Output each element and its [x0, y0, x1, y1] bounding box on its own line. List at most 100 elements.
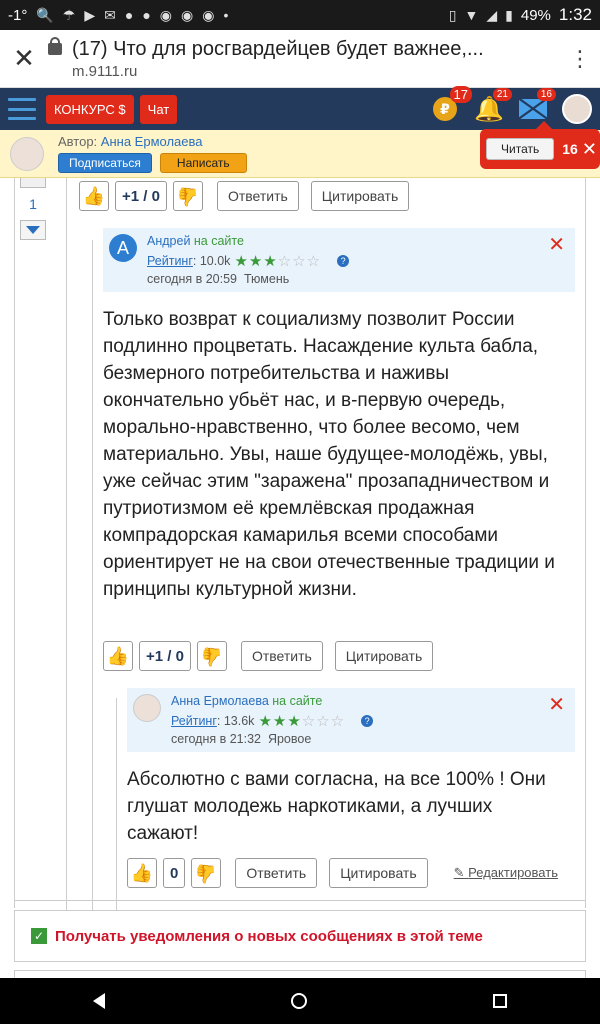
- quote-button[interactable]: Цитировать: [329, 858, 428, 888]
- comment-header: Анна Ермолаева на сайте Рейтинг : 13.6k …: [127, 688, 575, 752]
- chat-icon: ●: [142, 7, 151, 23]
- comments-area: 1 👍 +1 / 0 👍 Ответить Цитировать А Андре…: [0, 178, 600, 978]
- vote-up-button[interactable]: [20, 178, 46, 188]
- vote-down-button[interactable]: [20, 220, 46, 240]
- user-avatar[interactable]: [562, 94, 592, 124]
- like-button[interactable]: 👍: [79, 181, 109, 211]
- menu-icon[interactable]: [8, 98, 36, 120]
- avatar[interactable]: [133, 694, 161, 722]
- online-status: на сайте: [272, 694, 323, 708]
- close-icon[interactable]: ✕: [548, 692, 565, 717]
- comment-actions: 👍 0 👍 Ответить Цитировать ✎ Редактироват…: [127, 858, 558, 888]
- score: +1 / 0: [139, 641, 191, 671]
- notifications-button[interactable]: 🔔 21: [474, 88, 512, 124]
- comment-text: Абсолютно с вами согласна, на все 100% !…: [127, 769, 546, 844]
- comment-header: А Андрей на сайте Рейтинг : 10.0k ★★★☆☆☆…: [103, 228, 575, 292]
- online-status: на сайте: [193, 234, 244, 248]
- chat-button[interactable]: Чат: [139, 94, 178, 124]
- notify-text: Получать уведомления о новых сообщениях …: [55, 927, 483, 945]
- quote-button[interactable]: Цитировать: [334, 641, 434, 671]
- read-popup: Читать 16 ✕: [480, 121, 600, 169]
- score: +1 / 0: [115, 181, 167, 211]
- quote-button[interactable]: Цитировать: [310, 181, 410, 211]
- clock: 1:32: [558, 5, 592, 24]
- rating-link[interactable]: Рейтинг: [171, 714, 217, 728]
- rating-value: : 10.0k: [192, 254, 231, 268]
- coins-button[interactable]: ₽ 17: [430, 86, 472, 124]
- page-title: (17) Что для росгвардейцев будет важнее,…: [72, 37, 484, 60]
- search-icon: 🔍: [36, 6, 54, 23]
- rating-link[interactable]: Рейтинг: [147, 254, 193, 268]
- youtube-icon: ▶: [84, 6, 96, 23]
- notify-subscription[interactable]: ✓ Получать уведомления о новых сообщения…: [14, 910, 586, 962]
- chrome-icon-3: ◉: [202, 6, 215, 23]
- comment-author[interactable]: Анна Ермолаева: [171, 694, 269, 708]
- page-url: m.9111.ru: [72, 62, 138, 80]
- temperature-text: -1°: [8, 6, 28, 24]
- browser-toolbar: ✕ (17) Что для росгвардейцев будет важне…: [0, 30, 600, 88]
- score: 0: [163, 858, 186, 888]
- edit-label: Редактировать: [468, 865, 558, 880]
- read-button[interactable]: Читать: [486, 138, 555, 160]
- like-button[interactable]: 👍: [103, 641, 133, 671]
- notifications-badge: 21: [492, 88, 512, 101]
- thread-line-nested: [92, 240, 93, 910]
- battery-percent: 49%: [520, 6, 551, 24]
- comment-date: сегодня в 21:32: [171, 732, 261, 746]
- contest-button[interactable]: КОНКУРС $: [46, 94, 134, 124]
- write-button[interactable]: Написать: [159, 153, 247, 173]
- messages-button[interactable]: 16: [518, 88, 556, 124]
- dislike-button[interactable]: 👍: [191, 858, 222, 888]
- dislike-button[interactable]: 👍: [172, 181, 203, 211]
- thread-border-right: [585, 178, 586, 908]
- recent-apps-icon[interactable]: [493, 994, 507, 1008]
- more-menu-icon[interactable]: ⋮: [560, 46, 600, 72]
- author-line: Автор: Анна Ермолаева: [58, 134, 247, 149]
- comment-actions: 👍 +1 / 0 👍 Ответить Цитировать: [103, 641, 434, 671]
- reply-button[interactable]: Ответить: [235, 858, 318, 888]
- back-icon[interactable]: [93, 993, 105, 1009]
- author-prefix: Автор:: [58, 134, 98, 149]
- close-tab-icon[interactable]: ✕: [0, 43, 48, 74]
- comment-text: Только возврат к социализму позволит Рос…: [103, 309, 555, 600]
- thread-bottom-border: [14, 900, 586, 901]
- dislike-button[interactable]: 👍: [196, 641, 227, 671]
- edit-link[interactable]: ✎ Редактировать: [454, 865, 558, 881]
- close-icon[interactable]: ✕: [548, 232, 565, 257]
- subscribe-button[interactable]: Подписаться: [58, 153, 152, 173]
- author-avatar[interactable]: [10, 136, 44, 171]
- wifi-icon: ▼: [464, 7, 479, 23]
- reply-button[interactable]: Ответить: [240, 641, 323, 671]
- chrome-icon: ◉: [159, 6, 173, 23]
- reply-button[interactable]: Ответить: [216, 181, 299, 211]
- comment-author[interactable]: Андрей: [147, 234, 190, 248]
- like-button[interactable]: 👍: [127, 858, 157, 888]
- close-popup-icon[interactable]: ✕: [582, 139, 597, 160]
- author-name-link[interactable]: Анна Ермолаева: [101, 134, 203, 149]
- sim-icon: ▯: [448, 6, 457, 23]
- messages-badge: 16: [536, 88, 556, 101]
- avatar[interactable]: А: [109, 234, 137, 262]
- address-bar[interactable]: (17) Что для росгвардейцев будет важнее,…: [72, 38, 560, 80]
- thumb-up-icon: 👍: [106, 645, 130, 666]
- next-section-border: [14, 970, 586, 978]
- coins-badge: 17: [449, 86, 472, 103]
- battery-icon: ▮: [505, 6, 513, 23]
- envelope-icon: [519, 99, 547, 119]
- rating-stars: ★★★☆☆☆: [258, 713, 346, 730]
- thread-line-nested-2: [116, 698, 117, 910]
- thumb-up-icon: 👍: [130, 862, 154, 883]
- mail-icon: ✉: [104, 6, 116, 23]
- umbrella-icon: ☂: [62, 6, 76, 23]
- home-icon[interactable]: [291, 993, 307, 1009]
- thread-line: [66, 178, 67, 910]
- checkbox-checked-icon[interactable]: ✓: [31, 928, 47, 944]
- thumb-down-icon: 👍: [195, 863, 218, 884]
- help-icon[interactable]: ?: [337, 255, 350, 267]
- thumb-down-icon: 👍: [200, 646, 224, 667]
- thumb-up-icon: 👍: [82, 185, 106, 206]
- help-icon[interactable]: ?: [361, 715, 374, 727]
- comment-date: сегодня в 20:59: [147, 272, 237, 286]
- rating-stars: ★★★☆☆☆: [234, 253, 322, 270]
- message-icon: ●: [124, 7, 134, 23]
